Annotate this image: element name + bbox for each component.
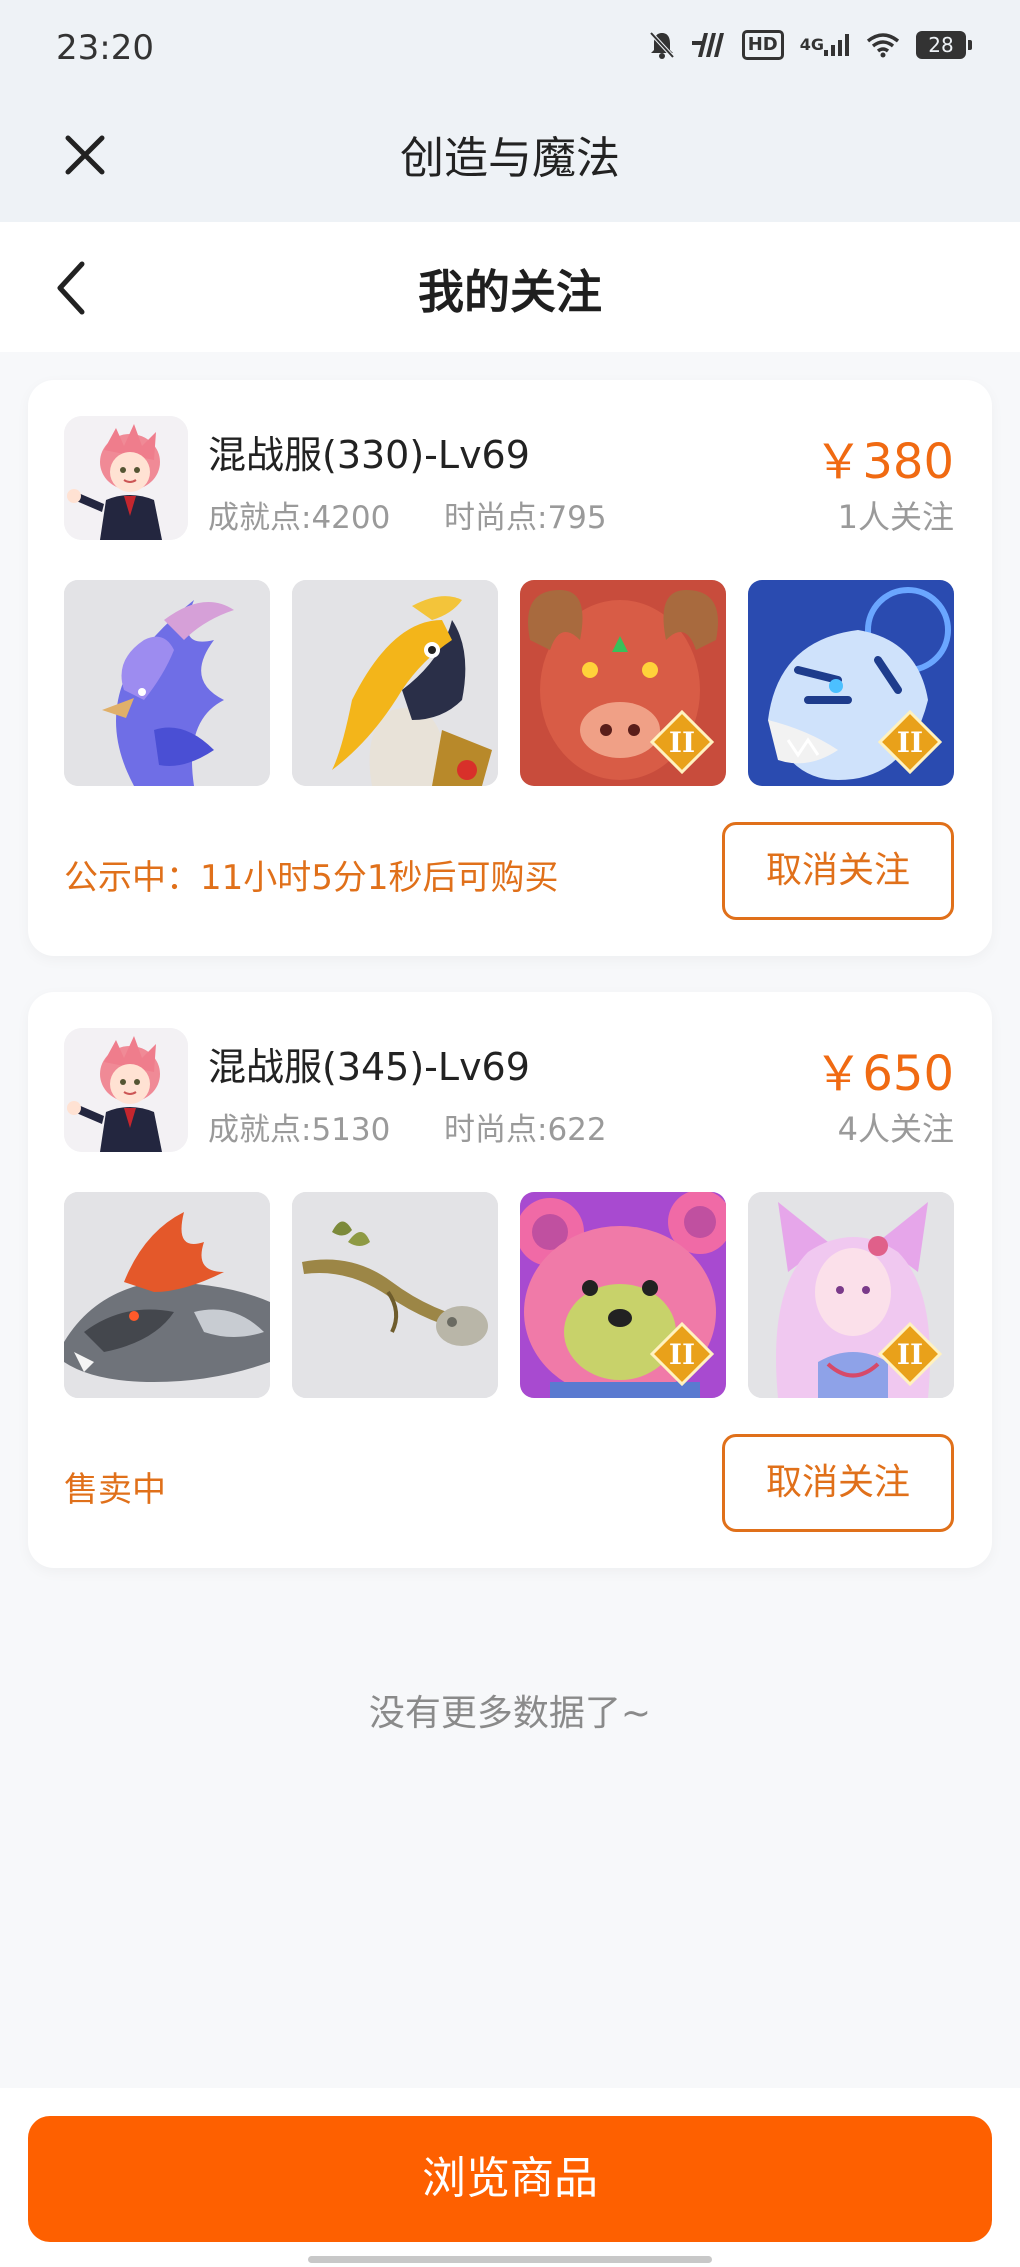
app-bar: 创造与魔法	[0, 100, 1020, 222]
listing-card[interactable]: 混战服(345)-Lv69 成就点:5130 时尚点:622 ￥650 4人关注	[28, 992, 992, 1568]
character-avatar	[64, 1028, 188, 1152]
badge-text: II	[897, 726, 923, 759]
item-thumbnail[interactable]: II	[520, 580, 726, 786]
fashion-points: 时尚点:795	[444, 500, 607, 536]
character-avatar	[64, 416, 188, 540]
mute-bell-icon	[648, 30, 676, 60]
tier-badge-icon: II	[650, 710, 714, 774]
unfollow-button[interactable]: 取消关注	[722, 822, 954, 920]
fashion-points: 时尚点:622	[444, 1112, 607, 1148]
badge-text: II	[669, 726, 695, 759]
status-icons: HD 4G 28	[648, 30, 972, 60]
home-indicator[interactable]	[308, 2256, 712, 2263]
browse-products-button[interactable]: 浏览商品	[28, 2116, 992, 2242]
signal-bars-icon	[691, 30, 726, 60]
page-title: 我的关注	[418, 265, 602, 319]
listing-price: ￥650	[814, 1046, 954, 1102]
follower-count: 1人关注	[837, 498, 954, 536]
item-thumbnail[interactable]	[64, 1192, 270, 1398]
item-thumbnail[interactable]: II	[748, 580, 954, 786]
item-thumbnail[interactable]	[292, 580, 498, 786]
hd-icon: HD	[741, 30, 784, 60]
no-more-data-text: 没有更多数据了~	[368, 1693, 652, 1734]
wifi-icon	[866, 30, 900, 60]
listing-title: 混战服(345)-Lv69	[208, 1045, 530, 1089]
listing-title: 混战服(330)-Lv69	[208, 433, 530, 477]
item-thumbnail[interactable]	[292, 1192, 498, 1398]
follower-count: 4人关注	[837, 1110, 954, 1148]
item-thumbnail[interactable]	[64, 580, 270, 786]
unfollow-button[interactable]: 取消关注	[722, 1434, 954, 1532]
listing-card[interactable]: 混战服(330)-Lv69 成就点:4200 时尚点:795 ￥380 1人关注	[28, 380, 992, 956]
app-title: 创造与魔法	[400, 133, 620, 184]
status-time: 23:20	[56, 28, 154, 68]
achievement-points: 成就点:5130	[208, 1112, 391, 1148]
listing-status: 售卖中	[64, 1470, 166, 1510]
status-bar: 23:20 HD 4G 28	[0, 0, 1020, 100]
badge-text: II	[897, 1338, 923, 1371]
grey-dragon-image	[64, 1192, 270, 1398]
tier-badge-icon: II	[650, 1322, 714, 1386]
item-thumbnail[interactable]: II	[748, 1192, 954, 1398]
network-label: 4G	[799, 35, 824, 54]
item-thumbnail[interactable]: II	[520, 1192, 726, 1398]
cellular-4g-icon: 4G	[800, 30, 850, 60]
achievement-points: 成就点:4200	[208, 500, 391, 536]
listing-price: ￥380	[814, 434, 954, 490]
page-header: 我的关注	[0, 222, 1020, 352]
hornbill-bird-image	[292, 580, 498, 786]
tier-badge-icon: II	[878, 710, 942, 774]
item-thumbnails: II II	[64, 1192, 954, 1398]
listing-status: 公示中：11小时5分1秒后可购买	[64, 858, 559, 898]
bottom-bar: 浏览商品	[0, 2088, 1020, 2267]
tier-badge-icon: II	[878, 1322, 942, 1386]
blue-phoenix-image	[64, 580, 270, 786]
wooden-staff-image	[292, 1192, 498, 1398]
battery-icon: 28	[916, 31, 972, 59]
item-thumbnails: II II	[64, 580, 954, 786]
badge-text: II	[669, 1338, 695, 1371]
